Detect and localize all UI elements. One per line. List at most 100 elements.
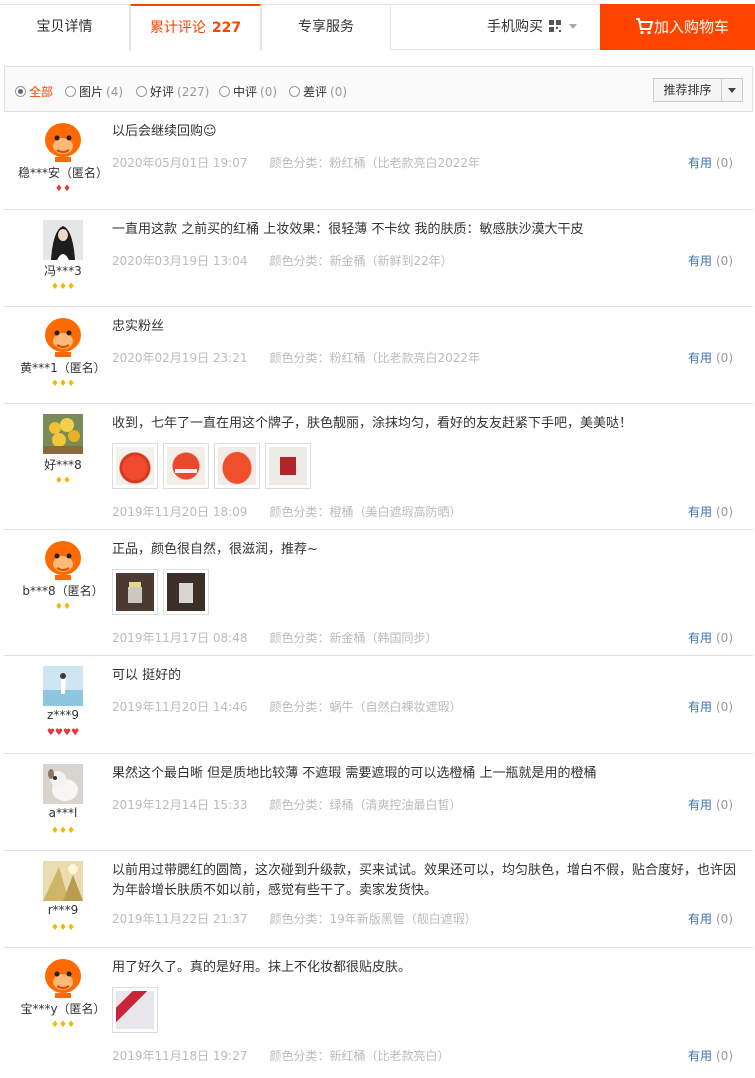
review-date: 2019年11月22日 21:37 bbox=[112, 912, 248, 926]
reviewer-name: 黄***1（匿名） bbox=[20, 361, 106, 375]
avatar bbox=[43, 122, 83, 162]
reviewer-name: z***9 bbox=[47, 708, 79, 722]
review-photo[interactable] bbox=[265, 443, 311, 489]
review-count: 227 bbox=[211, 20, 242, 36]
radio[interactable] bbox=[136, 86, 147, 97]
radio-checked[interactable] bbox=[15, 86, 26, 97]
review-item: r***9 ♦♦♦ 以前用过带腮红的圆筒，这次碰到升级款，买来试试。效果还可以，… bbox=[4, 851, 753, 948]
review-photo[interactable] bbox=[214, 443, 260, 489]
sku-info: 颜色分类：绿桶（清爽控油最白皙） bbox=[269, 798, 462, 812]
tab-services[interactable]: 专享服务 bbox=[261, 4, 391, 50]
cart-icon bbox=[636, 18, 653, 35]
review-date: 2019年12月14日 15:33 bbox=[112, 798, 248, 812]
useful-button[interactable]: 有用 (0) bbox=[688, 1047, 733, 1064]
review-text: 果然这个最白晰 但是质地比较薄 不遮瑕 需要遮瑕的可以选橙桶 上一瓶就是用的橙桶 bbox=[112, 766, 597, 781]
sku-info: 颜色分类：粉红桶（比老款亮白2022年 bbox=[269, 156, 481, 170]
review-meta: 2019年11月20日 14:46 颜色分类：蜗牛（自然白裸妆遮瑕） bbox=[112, 698, 462, 715]
avatar bbox=[43, 958, 83, 998]
add-to-cart-button[interactable]: 加入购物车 bbox=[600, 4, 755, 50]
reviewer-name: 好***8 bbox=[44, 458, 82, 472]
review-meta: 2019年11月17日 08:48 颜色分类：新金桶（韩国同步） bbox=[112, 629, 438, 646]
tab-label: 专享服务 bbox=[298, 19, 354, 35]
review-date: 2020年03月19日 13:04 bbox=[112, 254, 248, 268]
useful-button[interactable]: 有用 (0) bbox=[688, 910, 733, 927]
reviewer-rank-icon: ♦♦♦ bbox=[50, 379, 76, 389]
avatar bbox=[43, 317, 83, 357]
review-date: 2019年11月20日 14:46 bbox=[112, 700, 248, 714]
avatar bbox=[43, 414, 83, 454]
reviewer-rank-icon: ♦♦♦ bbox=[50, 1020, 76, 1030]
review-text: 用了好久了。真的是好用。抹上不化妆都很贴皮肤。 bbox=[112, 960, 412, 975]
sku-info: 颜色分类：粉红桶（比老款亮白2022年 bbox=[269, 351, 481, 365]
reviewer-name: 冯***3 bbox=[44, 264, 82, 278]
useful-count: (0) bbox=[716, 1049, 733, 1063]
review-text: 以后会继续回购☺ bbox=[112, 124, 217, 139]
tab-bar: 宝贝详情 累计评论 227 专享服务 手机购买 加入购物车 bbox=[0, 0, 755, 51]
avatar bbox=[43, 666, 83, 706]
review-date: 2019年11月18日 19:27 bbox=[112, 1049, 248, 1063]
review-photos bbox=[112, 443, 316, 491]
useful-count: (0) bbox=[716, 912, 733, 926]
avatar bbox=[43, 540, 83, 580]
reviewer-name: a***l bbox=[48, 806, 78, 820]
review-photo[interactable] bbox=[112, 987, 158, 1033]
review-item: 冯***3 ♦♦♦ 一直用这款 之前买的红桶 上妆效果：很轻薄 不卡纹 我的肤质… bbox=[4, 210, 753, 307]
useful-button[interactable]: 有用 (0) bbox=[688, 503, 733, 520]
useful-count: (0) bbox=[716, 254, 733, 268]
review-text: 一直用这款 之前买的红桶 上妆效果：很轻薄 不卡纹 我的肤质：敏感肤沙漠大干皮 bbox=[112, 222, 584, 237]
sort-dropdown[interactable]: 推荐排序 bbox=[653, 78, 743, 102]
review-photo[interactable] bbox=[163, 569, 209, 615]
useful-count: (0) bbox=[716, 798, 733, 812]
filter-photos[interactable]: 图片 (4) bbox=[65, 83, 123, 100]
useful-button[interactable]: 有用 (0) bbox=[688, 629, 733, 646]
review-date: 2020年02月19日 23:21 bbox=[112, 351, 248, 365]
reviewer-rank-icon: ♦♦♦ bbox=[50, 826, 76, 836]
review-item: z***9 ♥♥♥♥ 可以 挺好的 2019年11月20日 14:46 颜色分类：… bbox=[4, 656, 753, 754]
reviewer-rank-icon: ♦♦ bbox=[54, 476, 72, 486]
filter-all[interactable]: 全部 bbox=[15, 83, 53, 100]
filter-positive[interactable]: 好评 (227) bbox=[136, 83, 209, 100]
tab-item-details[interactable]: 宝贝详情 bbox=[0, 4, 130, 50]
useful-button[interactable]: 有用 (0) bbox=[688, 349, 733, 366]
useful-button[interactable]: 有用 (0) bbox=[688, 154, 733, 171]
review-photo[interactable] bbox=[112, 443, 158, 489]
review-text: 可以 挺好的 bbox=[112, 668, 182, 683]
radio[interactable] bbox=[219, 86, 230, 97]
avatar bbox=[43, 861, 83, 901]
sku-info: 颜色分类：新金桶（新鲜到22年） bbox=[269, 254, 453, 268]
review-photo[interactable] bbox=[112, 569, 158, 615]
reviewer-name: 稳***安（匿名） bbox=[17, 166, 108, 180]
review-item: a***l ♦♦♦ 果然这个最白晰 但是质地比较薄 不遮瑕 需要遮瑕的可以选橙桶… bbox=[4, 754, 753, 851]
useful-count: (0) bbox=[716, 505, 733, 519]
radio[interactable] bbox=[65, 86, 76, 97]
review-photos bbox=[112, 569, 214, 617]
reviewer-rank-icon: ♦♦ bbox=[54, 184, 72, 194]
avatar bbox=[43, 220, 83, 260]
radio[interactable] bbox=[289, 86, 300, 97]
chevron-down-icon bbox=[728, 88, 736, 93]
review-text: 收到，七年了一直在用这个牌子，肤色靓丽，涂抹均匀，看好的友友赶紧下手吧，美美哒！ bbox=[112, 416, 633, 431]
sku-info: 颜色分类：19年新版黑管（靓白遮瑕） bbox=[269, 912, 477, 926]
filter-neutral[interactable]: 中评 (0) bbox=[219, 83, 277, 100]
review-photo[interactable] bbox=[163, 443, 209, 489]
review-item: 好***8 ♦♦ 收到，七年了一直在用这个牌子，肤色靓丽，涂抹均匀，看好的友友赶… bbox=[4, 404, 753, 530]
useful-count: (0) bbox=[716, 156, 733, 170]
review-date: 2019年11月20日 18:09 bbox=[112, 505, 248, 519]
review-photos bbox=[112, 987, 163, 1035]
buy-mobile-label: 手机购买 bbox=[487, 19, 543, 35]
chevron-down-icon bbox=[569, 24, 577, 29]
useful-count: (0) bbox=[716, 700, 733, 714]
useful-button[interactable]: 有用 (0) bbox=[688, 252, 733, 269]
useful-button[interactable]: 有用 (0) bbox=[688, 698, 733, 715]
review-item: 宝***y（匿名） ♦♦♦ 用了好久了。真的是好用。抹上不化妆都很贴皮肤。 20… bbox=[4, 948, 753, 1076]
tab-label: 累计评论 bbox=[149, 20, 206, 36]
buy-on-mobile[interactable]: 手机购买 bbox=[391, 4, 600, 50]
review-meta: 2019年11月18日 19:27 颜色分类：新红桶（比老款亮白） bbox=[112, 1047, 450, 1064]
useful-button[interactable]: 有用 (0) bbox=[688, 796, 733, 813]
review-text: 忠实粉丝 bbox=[112, 319, 165, 334]
useful-count: (0) bbox=[716, 351, 733, 365]
tab-reviews[interactable]: 累计评论 227 bbox=[130, 4, 261, 51]
review-item: b***8（匿名） ♦♦ 正品，颜色很自然，很滋润，推荐~ 2019年11月17… bbox=[4, 530, 753, 656]
filter-negative[interactable]: 差评 (0) bbox=[289, 83, 347, 100]
review-item: 稳***安（匿名） ♦♦ 以后会继续回购☺ 2020年05月01日 19:07 颜… bbox=[4, 112, 753, 210]
